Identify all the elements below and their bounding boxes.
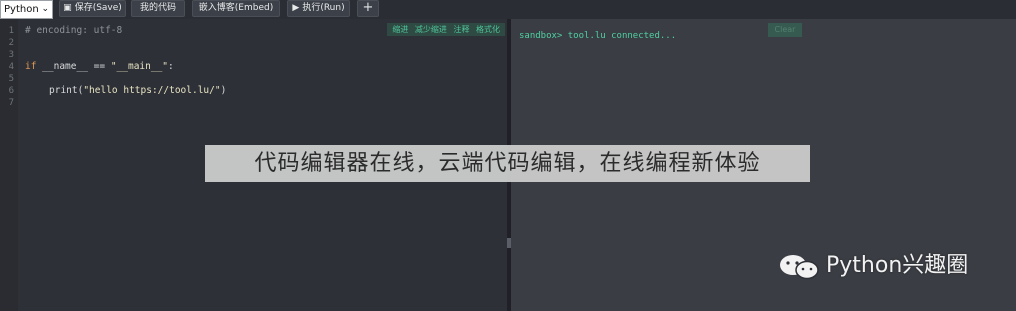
slogan-banner: 代码编辑器在线，云端代码编辑，在线编程新体验 <box>205 145 810 182</box>
add-button[interactable]: + <box>357 0 379 17</box>
format-button[interactable]: 格式化 <box>476 25 500 34</box>
my-code-button-label: 我的代码 <box>139 3 176 13</box>
line-number: 3 <box>8 50 14 60</box>
language-select-value: Python <box>4 4 39 15</box>
line-number: 7 <box>8 98 14 108</box>
code-line-1: # encoding: utf-8 <box>25 25 123 36</box>
floppy-disk-icon: ▣ <box>63 3 72 13</box>
line-number: 2 <box>8 38 14 48</box>
play-icon: ▶ <box>292 3 300 13</box>
run-button-label: 执行(Run) <box>302 3 345 13</box>
clear-button[interactable]: Clear <box>768 23 802 37</box>
code-line-4: if __name__ == "__main__": <box>25 61 174 72</box>
plus-icon: + <box>362 0 374 15</box>
outdent-button[interactable]: 减少缩进 <box>415 25 447 34</box>
code-token: : <box>168 61 174 72</box>
my-code-button[interactable]: 我的代码 <box>131 0 185 17</box>
language-select[interactable]: Python ⌄ <box>0 0 53 19</box>
watermark-text: Python兴趣圈 <box>826 253 969 278</box>
save-button[interactable]: ▣ 保存(Save) <box>59 0 126 17</box>
line-number: 5 <box>8 74 14 84</box>
keyword-if: if <box>25 61 37 72</box>
toolbar: Python ⌄ ▣ 保存(Save) 我的代码 嵌入博客(Embed) ▶ 执行(… <box>0 0 1016 19</box>
function-call: print( <box>49 85 84 96</box>
embed-button[interactable]: 嵌入博客(Embed) <box>192 0 280 17</box>
line-number: 1 <box>8 26 14 36</box>
line-gutter: 1 2 3 4 5 6 7 <box>0 19 18 311</box>
string-token: "__main__" <box>110 61 169 72</box>
save-button-label: 保存(Save) <box>74 3 122 13</box>
indent-button[interactable]: 缩进 <box>392 25 408 34</box>
comment-button[interactable]: 注释 <box>453 25 469 34</box>
console-output: sandbox> tool.lu connected... <box>519 31 677 41</box>
line-number: 4 <box>8 62 14 72</box>
chevron-down-icon: ⌄ <box>41 4 49 14</box>
wechat-icon <box>780 255 819 280</box>
line-number: 6 <box>8 86 14 96</box>
run-button[interactable]: ▶ 执行(Run) <box>287 0 350 17</box>
code-token: ) <box>220 85 227 96</box>
string-token: "hello https://tool.lu/" <box>83 85 221 96</box>
code-line-6: print("hello https://tool.lu/") <box>49 85 226 96</box>
editor-tools: 缩进 减少缩进 注释 格式化 <box>387 23 505 36</box>
embed-button-label: 嵌入博客(Embed) <box>198 3 274 13</box>
code-token: __name__ == <box>36 61 111 72</box>
